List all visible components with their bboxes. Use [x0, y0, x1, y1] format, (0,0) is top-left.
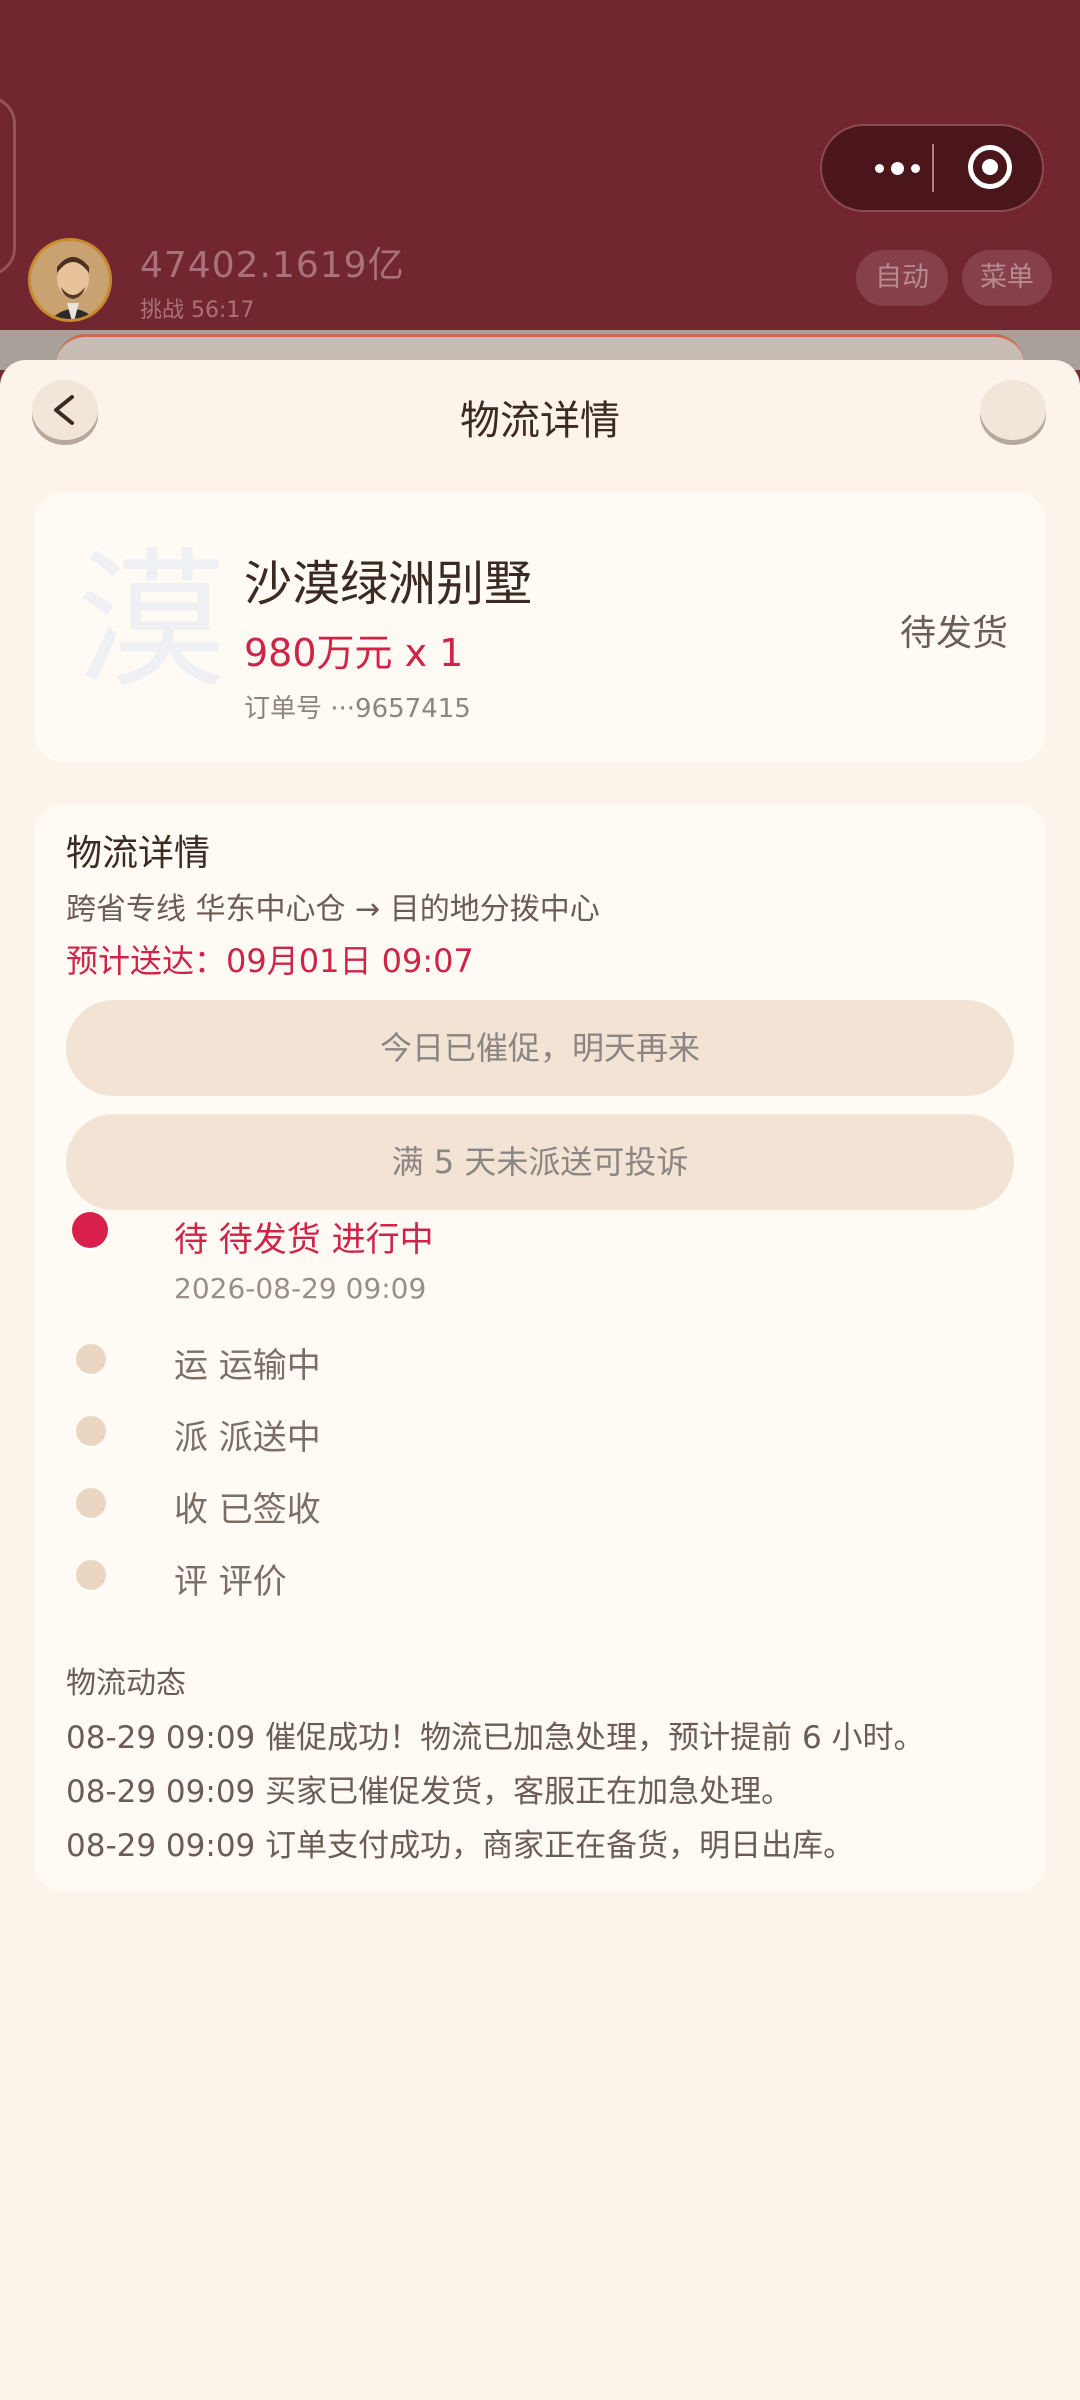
step-time: 2026-08-29 09:09 — [174, 1272, 427, 1305]
urge-shipment-button[interactable]: 今日已催促，明天再来 — [66, 1000, 1014, 1096]
page-title: 物流详情 — [460, 398, 620, 444]
product-name: 沙漠绿洲别墅 — [244, 556, 533, 612]
step-label: 派 派送中 — [174, 1418, 321, 1458]
product-card: 漠 沙漠绿洲别墅 980万元 x 1 订单号 ···9657415 待发货 — [34, 492, 1046, 762]
step-dot — [76, 1344, 106, 1374]
logistics-sheet: 物流详情 漠 沙漠绿洲别墅 980万元 x 1 订单号 ···9657415 待… — [0, 360, 1080, 2400]
timeline-step: 派 派送中 — [66, 1406, 966, 1466]
log-entry: 08-29 09:09 买家已催促发货，客服正在加急处理。 — [66, 1774, 793, 1810]
order-number: 订单号 ···9657415 — [244, 694, 471, 724]
product-price: 980万元 x 1 — [244, 631, 464, 675]
complain-button[interactable]: 满 5 天未派送可投诉 — [66, 1114, 1014, 1210]
game-header-background: 47402.1619亿 挑战 56:17 自动 菜单 — [0, 0, 1080, 360]
log-entry: 08-29 09:09 订单支付成功，商家正在备货，明日出库。 — [66, 1828, 855, 1864]
step-label: 运 运输中 — [174, 1346, 321, 1386]
close-target-icon[interactable] — [968, 145, 1012, 189]
challenge-timer: 挑战 56:17 — [140, 298, 255, 323]
step-dot-active — [72, 1212, 108, 1248]
action-circle-button[interactable] — [980, 380, 1046, 440]
step-dot — [76, 1488, 106, 1518]
eta-text: 预计送达：09月01日 09:07 — [66, 942, 474, 980]
log-entry: 08-29 09:09 催促成功！物流已加急处理，预计提前 6 小时。 — [66, 1720, 925, 1756]
step-label: 评 评价 — [174, 1562, 287, 1602]
timeline-step: 待 待发货 进行中 2026-08-29 09:09 — [66, 1212, 966, 1305]
logistics-detail-card: 物流详情 跨省专线 华东中心仓 → 目的地分拨中心 预计送达：09月01日 09… — [34, 804, 1046, 1892]
avatar[interactable] — [28, 238, 112, 322]
step-dot — [76, 1560, 106, 1590]
timeline-step: 收 已签收 — [66, 1478, 966, 1538]
step-dot — [76, 1416, 106, 1446]
more-icon[interactable] — [852, 126, 942, 210]
step-label: 待 待发货 进行中 — [174, 1220, 434, 1260]
side-decoration — [0, 96, 16, 276]
capsule-divider — [932, 144, 934, 192]
log-heading: 物流动态 — [66, 1666, 186, 1701]
timeline-step: 评 评价 — [66, 1550, 966, 1610]
menu-button[interactable]: 菜单 — [962, 250, 1052, 306]
order-status: 待发货 — [900, 613, 1009, 654]
miniprogram-capsule — [820, 124, 1044, 212]
auto-button[interactable]: 自动 — [856, 250, 948, 306]
route-text: 跨省专线 华东中心仓 → 目的地分拨中心 — [66, 892, 600, 927]
step-label: 收 已签收 — [174, 1490, 321, 1530]
money-total: 47402.1619亿 — [140, 245, 405, 286]
timeline-step: 运 运输中 — [66, 1334, 966, 1394]
logistics-heading: 物流详情 — [66, 833, 211, 874]
product-glyph: 漠 — [76, 535, 227, 709]
